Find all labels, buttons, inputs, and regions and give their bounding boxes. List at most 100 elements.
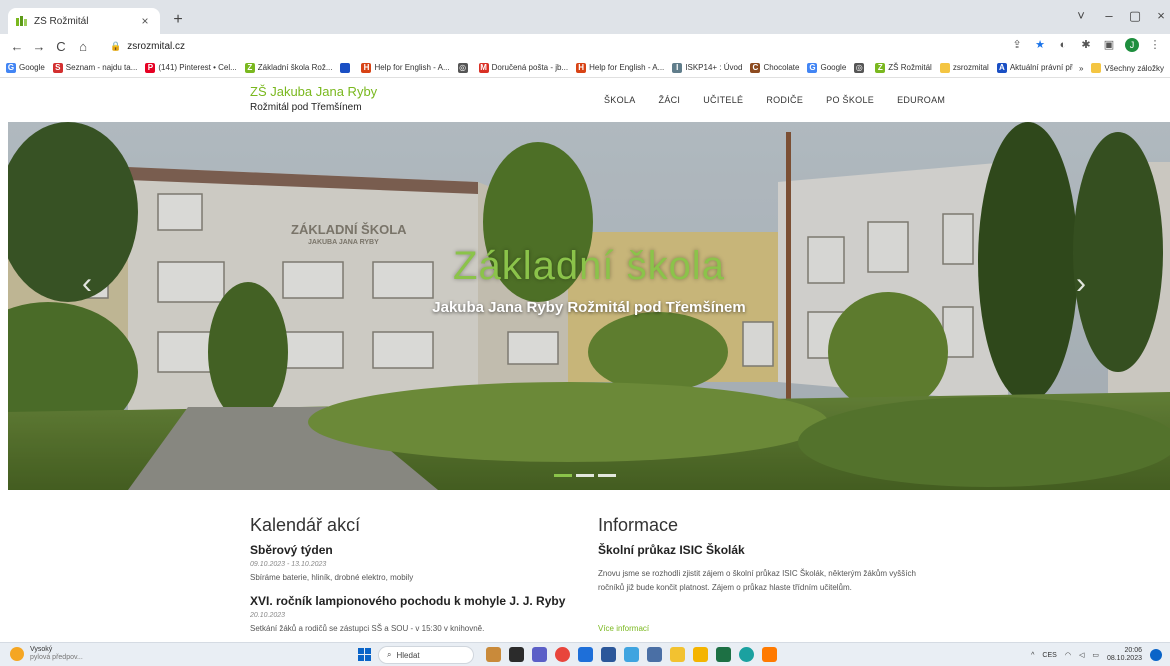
event-title[interactable]: XVI. ročník lampionového pochodu k mohyl…	[250, 593, 590, 609]
reload-button[interactable]: C	[50, 39, 72, 54]
bookmark-item[interactable]: Z ZŠ Rožmitál	[875, 62, 932, 73]
tray-overflow-icon[interactable]: ^	[1031, 652, 1034, 659]
bookmark-item[interactable]: zsrozmital	[939, 62, 989, 73]
bookmarks-more-icon[interactable]: »	[1079, 64, 1083, 73]
nav-item[interactable]: RODIČE	[766, 95, 803, 105]
forward-button[interactable]: →	[28, 39, 50, 54]
taskbar-apps	[486, 647, 777, 662]
widgets-app-icon[interactable]	[486, 647, 501, 662]
bookmark-label: ZŠ Rožmitál	[888, 63, 932, 72]
bookmark-label: Seznam - najdu ta...	[65, 63, 138, 72]
bookmark-item[interactable]: G Google	[807, 62, 847, 73]
bookmark-item[interactable]: P (141) Pinterest • Cel...	[145, 62, 237, 73]
taskbar-search[interactable]: ⌕ Hledat	[378, 646, 474, 664]
nav-item[interactable]: ŠKOLA	[604, 95, 636, 105]
notification-icon[interactable]	[1150, 649, 1162, 661]
nav-item[interactable]: EDUROAM	[897, 95, 945, 105]
all-bookmarks-link[interactable]: Všechny záložky	[1104, 64, 1164, 73]
bookmark-favicon-icon: G	[6, 62, 16, 73]
extension-icon[interactable]: ◐	[1056, 38, 1070, 52]
carousel-dot-3[interactable]	[598, 474, 616, 477]
site-brand[interactable]: ZŠ Jakuba Jana Ryby Rožmitál pod Třemšín…	[250, 84, 377, 116]
address-bar[interactable]: 🔒 zsrozmital.cz	[104, 36, 1024, 56]
bookmark-favicon-icon: H	[361, 62, 372, 73]
edge-app-icon[interactable]	[739, 647, 754, 662]
bookmark-item[interactable]: H Help for English - A...	[361, 62, 450, 73]
weather-widget[interactable]: Vysoký pylová předpov...	[10, 646, 83, 662]
minimize-button[interactable]: –	[1098, 8, 1120, 23]
file-explorer-icon[interactable]	[693, 647, 708, 662]
input-language[interactable]: CES	[1042, 652, 1056, 659]
bookmark-item[interactable]: Z Základní škola Rož...	[244, 62, 332, 73]
carousel-dot-1[interactable]	[554, 474, 572, 477]
notes-app-icon[interactable]	[670, 647, 685, 662]
nav-item[interactable]: UČITELÉ	[703, 95, 743, 105]
store-app-icon[interactable]	[578, 647, 593, 662]
bookmark-favicon-icon: ◎	[854, 62, 865, 73]
brand-name[interactable]: ZŠ Jakuba Jana Ryby	[250, 84, 377, 100]
back-button[interactable]: ←	[6, 39, 28, 54]
calendar-title: Kalendář akcí	[250, 515, 361, 535]
bookmark-item[interactable]: G Google	[6, 62, 45, 73]
lock-icon[interactable]: 🔒	[110, 41, 121, 52]
bookmark-label: Google	[820, 63, 847, 72]
bookmark-item[interactable]: H Help for English - A...	[576, 62, 664, 73]
info-title: Informace	[598, 515, 679, 535]
clock-date: 08.10.2023	[1106, 655, 1142, 662]
close-window-button[interactable]: ×	[1150, 8, 1170, 23]
bookmark-label: (141) Pinterest • Cel...	[158, 63, 237, 72]
browser-tab-active[interactable]: ZŠ Rožmitál ×	[8, 8, 160, 34]
info-item-title[interactable]: Školní průkaz ISIC Školák	[598, 542, 938, 558]
bookmark-label: Doručená pošta - jb...	[491, 63, 569, 72]
nav-item[interactable]: PO ŠKOLE	[826, 95, 874, 105]
brand-place[interactable]: Rožmitál pod Třemšínem	[250, 100, 377, 116]
more-info-link[interactable]: Více informací	[598, 624, 649, 633]
bookmark-favicon-icon: A	[996, 62, 1007, 73]
bookmark-item[interactable]: I ISKP14+ : Úvod	[672, 62, 742, 73]
bookmark-label: zsrozmital	[952, 63, 989, 72]
event-title[interactable]: Sběrový týden	[250, 542, 590, 558]
wifi-icon[interactable]: ◠	[1065, 651, 1071, 659]
volume-icon[interactable]: ◁	[1079, 651, 1084, 659]
clock[interactable]: 20:06 08.10.2023	[1107, 647, 1142, 663]
word-app-icon[interactable]	[601, 647, 616, 662]
side-panel-icon[interactable]: ▣	[1102, 38, 1116, 52]
windows-start-icon[interactable]	[358, 648, 371, 661]
profile-avatar[interactable]: J	[1125, 38, 1139, 52]
bookmark-label: Google	[19, 63, 45, 72]
tab-search-icon[interactable]: ˅	[1070, 8, 1092, 23]
tab-close-icon[interactable]: ×	[138, 14, 152, 28]
bookmark-item[interactable]: ◎	[457, 62, 471, 73]
teams-app-icon[interactable]	[532, 647, 547, 662]
clock-time: 20:06	[1124, 647, 1142, 654]
settings-app-icon[interactable]	[762, 647, 777, 662]
photos-app-icon[interactable]	[624, 647, 639, 662]
excel-app-icon[interactable]	[716, 647, 731, 662]
bookmark-item[interactable]: C Chocolate	[750, 62, 799, 73]
bookmark-item[interactable]: ◎	[854, 62, 867, 73]
calculator-app-icon[interactable]	[647, 647, 662, 662]
bookmarks-overflow[interactable]: » Všechny záložky	[1072, 58, 1164, 77]
bookmark-item[interactable]: M Doručená pošta - jb...	[478, 62, 569, 73]
event-item: Sběrový týden 09.10.2023 - 13.10.2023 Sb…	[250, 542, 590, 585]
task-view-icon[interactable]	[509, 647, 524, 662]
nav-item[interactable]: ŽÁCI	[659, 95, 681, 105]
maximize-button[interactable]: ▢	[1124, 8, 1146, 24]
hero-title: Základní škola	[453, 244, 725, 288]
share-icon[interactable]: ⇪	[1010, 38, 1024, 52]
home-button[interactable]: ⌂	[72, 39, 94, 54]
bookmark-item[interactable]: A Aktuální právní pře...	[996, 62, 1084, 73]
bookmark-favicon-icon: P	[145, 62, 156, 73]
tab-title: ZŠ Rožmitál	[34, 15, 89, 27]
bookmark-item[interactable]: S Seznam - najdu ta...	[52, 62, 138, 73]
carousel-dot-2[interactable]	[576, 474, 594, 477]
bookmark-item[interactable]	[340, 62, 353, 73]
menu-kebab-icon[interactable]: ⋮	[1148, 38, 1162, 52]
bookmark-favicon-icon: M	[478, 62, 489, 73]
chrome-app-icon[interactable]	[555, 647, 570, 662]
bookmark-star-icon[interactable]: ★	[1033, 38, 1047, 52]
battery-icon[interactable]: ▭	[1092, 651, 1099, 659]
extensions-puzzle-icon[interactable]: ✱	[1079, 38, 1093, 52]
new-tab-button[interactable]: +	[168, 10, 188, 30]
bookmark-label: Help for English - A...	[374, 63, 450, 72]
